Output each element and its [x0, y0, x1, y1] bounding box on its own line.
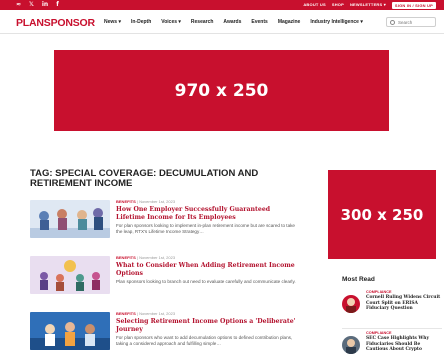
article-card[interactable]: BENEFITS | November 1st, 2023 Selecting …: [30, 310, 300, 360]
sidebar-ad[interactable]: 300 x 250: [328, 170, 436, 259]
twitter-icon[interactable]: 𝕏: [29, 1, 34, 9]
search-icon: [390, 19, 395, 25]
search-box[interactable]: [386, 17, 436, 27]
article-body: BENEFITS | November 1st, 2023 How One Em…: [116, 198, 298, 235]
article-thumbnail[interactable]: [30, 256, 110, 294]
nav-item-awards[interactable]: Awards: [223, 18, 241, 26]
article-title[interactable]: Selecting Retirement Income Options a 'D…: [116, 318, 298, 333]
sign-in-button[interactable]: SIGN IN / SIGN UP: [391, 1, 436, 9]
most-read-text: COMPLIANCE SEC Case Highlights Why Fiduc…: [366, 331, 442, 353]
article-thumbnail[interactable]: [30, 200, 110, 238]
linkedin-icon[interactable]: in: [42, 1, 48, 9]
about-us-link[interactable]: ABOUT US: [303, 1, 326, 9]
article-title[interactable]: How One Employer Successfully Guaranteed…: [116, 206, 298, 221]
article-thumbnail[interactable]: [30, 312, 110, 350]
most-read-text: COMPLIANCE Cornell Ruling Widens Circuit…: [366, 290, 442, 312]
site-logo[interactable]: PLANSPONSOR: [16, 17, 95, 29]
nav-item-magazine[interactable]: Magazine: [278, 18, 301, 26]
divider: [342, 328, 442, 329]
rss-icon[interactable]: ≈: [16, 1, 21, 9]
nav-item-voices[interactable]: Voices ▾: [161, 18, 181, 26]
article-summary: Plan sponsors looking to branch out need…: [116, 279, 296, 284]
facebook-icon[interactable]: f: [56, 1, 59, 9]
article-summary: For plan sponsors looking to implement i…: [116, 223, 295, 234]
social-links: ≈ 𝕏 in f: [16, 1, 59, 9]
nav-item-news[interactable]: News ▾: [104, 18, 121, 26]
article-body: BENEFITS | November 1st, 2023 Selecting …: [116, 310, 298, 347]
most-read-panel: Most Read COMPLIANCE Cornell Ruling Wide…: [342, 276, 442, 354]
shop-link[interactable]: SHOP: [332, 1, 344, 9]
article-date: November 1st, 2023: [139, 199, 176, 204]
article-meta: BENEFITS | November 1st, 2023: [116, 311, 176, 316]
article-card[interactable]: BENEFITS | November 1st, 2023 How One Em…: [30, 198, 300, 248]
article-date: November 1st, 2023: [139, 255, 176, 260]
leaderboard-ad[interactable]: 970 x 250: [54, 50, 389, 131]
nav-menu: News ▾ In-Depth Voices ▾ Research Awards…: [104, 18, 363, 26]
search-input[interactable]: [398, 19, 434, 25]
main-nav: PLANSPONSOR News ▾ In-Depth Voices ▾ Res…: [0, 10, 444, 34]
article-category[interactable]: BENEFITS: [116, 311, 136, 316]
article-card[interactable]: BENEFITS | November 1st, 2023 What to Co…: [30, 254, 300, 304]
newsletters-link[interactable]: NEWSLETTERS ▾: [350, 1, 386, 9]
most-read-thumbnail[interactable]: [342, 336, 360, 354]
utility-bar: ≈ 𝕏 in f ABOUT US SHOP NEWSLETTERS ▾ SIG…: [0, 0, 444, 10]
article-summary: For plan sponsors who want to add decumu…: [116, 335, 293, 346]
most-read-title[interactable]: Cornell Ruling Widens Circuit Court Spli…: [366, 295, 442, 312]
nav-item-industry-intelligence[interactable]: Industry Intelligence ▾: [310, 18, 363, 26]
nav-item-research[interactable]: Research: [191, 18, 214, 26]
article-meta: BENEFITS | November 1st, 2023: [116, 199, 176, 204]
most-read-heading: Most Read: [342, 276, 375, 283]
most-read-title[interactable]: SEC Case Highlights Why Fiduciaries Shou…: [366, 336, 442, 353]
utility-links: ABOUT US SHOP NEWSLETTERS ▾ SIGN IN / SI…: [303, 1, 436, 9]
nav-item-in-depth[interactable]: In-Depth: [131, 18, 151, 26]
article-category[interactable]: BENEFITS: [116, 199, 136, 204]
article-meta: BENEFITS | November 1st, 2023: [116, 255, 176, 260]
nav-item-events[interactable]: Events: [251, 18, 267, 26]
article-title[interactable]: What to Consider When Adding Retirement …: [116, 262, 298, 277]
page-title: TAG: SPECIAL COVERAGE: DECUMULATION AND …: [30, 168, 259, 189]
article-category[interactable]: BENEFITS: [116, 255, 136, 260]
article-date: November 1st, 2023: [139, 311, 176, 316]
article-body: BENEFITS | November 1st, 2023 What to Co…: [116, 254, 298, 285]
most-read-thumbnail[interactable]: [342, 295, 360, 313]
